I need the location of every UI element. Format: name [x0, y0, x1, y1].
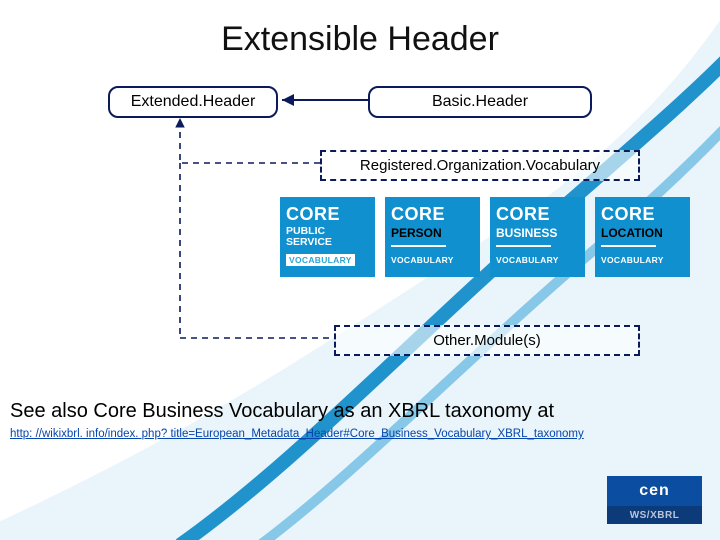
slide-title: Extensible Header — [0, 20, 720, 59]
core-label: CORE — [286, 205, 369, 223]
core-sub: PUBLIC SERVICE — [286, 226, 369, 248]
core-voc: VOCABULARY — [496, 255, 579, 265]
core-public-service: CORE PUBLIC SERVICE VOCABULARY — [280, 197, 375, 277]
box-basic-header: Basic.Header — [368, 86, 592, 118]
see-also-text: See also Core Business Vocabulary as an … — [10, 400, 554, 423]
core-sub: PERSON — [391, 226, 474, 240]
box-extended-header: Extended.Header — [108, 86, 278, 118]
core-voc: VOCABULARY — [601, 255, 684, 265]
core-voc: VOCABULARY — [391, 255, 474, 265]
box-other-modules: Other.Module(s) — [334, 325, 640, 356]
core-vocabularies-row: CORE PUBLIC SERVICE VOCABULARY CORE PERS… — [280, 197, 690, 277]
core-label: CORE — [601, 205, 684, 223]
core-label: CORE — [391, 205, 474, 223]
reference-link[interactable]: http: //wikixbrl. info/index. php? title… — [10, 428, 584, 440]
box-registered-organization-vocabulary: Registered.Organization.Vocabulary — [320, 150, 640, 181]
logo-top-text: cen — [639, 482, 670, 500]
cen-wsxbrl-logo: cen WS/XBRL — [607, 476, 702, 528]
core-label: CORE — [496, 205, 579, 223]
core-location: CORE LOCATION VOCABULARY — [595, 197, 690, 277]
core-business: CORE BUSINESS VOCABULARY — [490, 197, 585, 277]
core-sub: BUSINESS — [496, 226, 579, 240]
core-person: CORE PERSON VOCABULARY — [385, 197, 480, 277]
logo-bottom-text: WS/XBRL — [607, 506, 702, 524]
core-voc: VOCABULARY — [286, 254, 355, 266]
core-sub: LOCATION — [601, 226, 684, 240]
